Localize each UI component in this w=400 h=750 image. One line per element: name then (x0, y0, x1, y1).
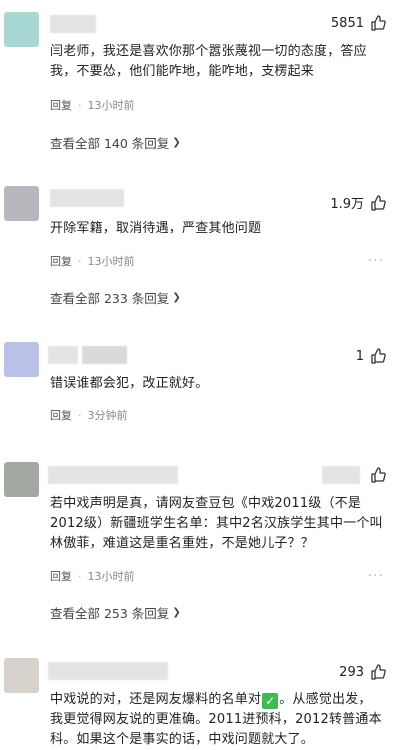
more-dots-icon[interactable]: ··· (368, 253, 384, 269)
username-blurred[interactable] (82, 346, 127, 364)
avatar[interactable] (4, 12, 39, 47)
thumbs-up-icon[interactable] (370, 348, 386, 364)
chevron-down-icon: ❯ (172, 137, 181, 148)
view-all-label: 查看全部 233 条回复 (50, 291, 170, 306)
like-count: 1.9万 (330, 197, 364, 212)
view-all-replies[interactable]: 查看全部 253 条回复 ❯ (50, 603, 181, 622)
comment-text-part: 中戏说的对，还是网友爆料的名单对 (50, 692, 262, 707)
reply-button[interactable]: 回复 (50, 253, 72, 269)
timestamp: 3分钟前 (87, 409, 128, 422)
username-blurred[interactable] (50, 189, 124, 207)
thumbs-up-icon[interactable] (370, 194, 386, 211)
timestamp: 13小时前 (87, 99, 135, 112)
comment-text: 闫老师，我还是喜欢你那个嚣张蔑视一切的态度，答应我，不要怂，他们能咋地，能咋地，… (50, 44, 367, 79)
username-blurred[interactable] (322, 466, 360, 484)
comment-meta: 回复 · 13小时前 ··· (50, 567, 384, 585)
thumbs-up-icon[interactable] (370, 467, 386, 483)
green-check-icon: ✓ (262, 693, 279, 709)
comment-item: 1.9万 开除军籍，取消待遇，严查其他问题 回复 · 13小时前 ··· 查看全… (0, 186, 400, 306)
separator-dot: · (78, 408, 82, 422)
username-blurred[interactable] (48, 662, 168, 680)
thumbs-up-icon[interactable] (370, 15, 386, 31)
like-button[interactable]: 293 (339, 664, 386, 680)
like-button[interactable]: 1.9万 (330, 193, 386, 212)
timestamp: 13小时前 (87, 570, 135, 583)
comment-text: 中戏说的对，还是网友爆料的名单对 ✓ 。从感觉出发，我更觉得网友说的更准确。2011… (50, 690, 384, 750)
like-count: 1 (355, 348, 364, 364)
separator-dot: · (78, 254, 82, 268)
view-all-replies[interactable]: 查看全部 233 条回复 ❯ (50, 288, 181, 307)
like-button[interactable]: 5851 (331, 15, 386, 31)
comment-meta: 回复 · 13小时前 (50, 96, 384, 114)
reply-button[interactable]: 回复 (50, 568, 72, 584)
chevron-down-icon: ❯ (172, 292, 181, 303)
username-blurred[interactable] (48, 346, 78, 364)
avatar[interactable] (4, 342, 39, 377)
like-count: 293 (339, 664, 364, 680)
comment-item: 5851 闫老师，我还是喜欢你那个嚣张蔑视一切的态度，答应我，不要怂，他们能咋地… (0, 10, 400, 170)
comment-item: 293 中戏说的对，还是网友爆料的名单对 ✓ 。从感觉出发，我更觉得网友说的更准确。… (0, 658, 400, 750)
avatar[interactable] (4, 186, 39, 221)
comment-text: 若中戏声明是真，请网友查豆包《中戏2011级（不是2012级）新疆班学生名单：其… (50, 496, 383, 551)
like-count: 5851 (330, 15, 364, 31)
username-blurred[interactable] (50, 15, 96, 33)
comment-item: 若中戏声明是真，请网友查豆包《中戏2011级（不是2012级）新疆班学生名单：其… (0, 462, 400, 632)
avatar[interactable] (4, 462, 39, 497)
thumbs-up-icon[interactable] (370, 664, 386, 680)
timestamp: 13小时前 (87, 255, 135, 268)
separator-dot: · (78, 569, 82, 583)
view-all-replies[interactable]: 查看全部 140 条回复 ❯ (50, 133, 181, 152)
like-button[interactable]: 1 (356, 348, 386, 364)
like-button[interactable] (364, 467, 386, 483)
comment-text: 开除军籍，取消待遇，严查其他问题 (50, 221, 262, 236)
username-blurred[interactable] (48, 466, 178, 484)
separator-dot: · (78, 98, 82, 112)
comment-meta: 回复 · 13小时前 ··· (50, 252, 384, 270)
comment-meta: 回复 · 3分钟前 (50, 406, 384, 424)
comment-item: 1 错误谁都会犯，改正就好。 回复 · 3分钟前 (0, 342, 400, 432)
view-all-label: 查看全部 253 条回复 (50, 606, 170, 621)
more-dots-icon[interactable]: ··· (368, 568, 384, 584)
comment-text: 错误谁都会犯，改正就好。 (50, 376, 209, 391)
chevron-down-icon: ❯ (172, 607, 181, 618)
avatar[interactable] (4, 658, 39, 693)
view-all-label: 查看全部 140 条回复 (50, 136, 170, 151)
reply-button[interactable]: 回复 (50, 97, 72, 113)
reply-button[interactable]: 回复 (50, 407, 72, 423)
